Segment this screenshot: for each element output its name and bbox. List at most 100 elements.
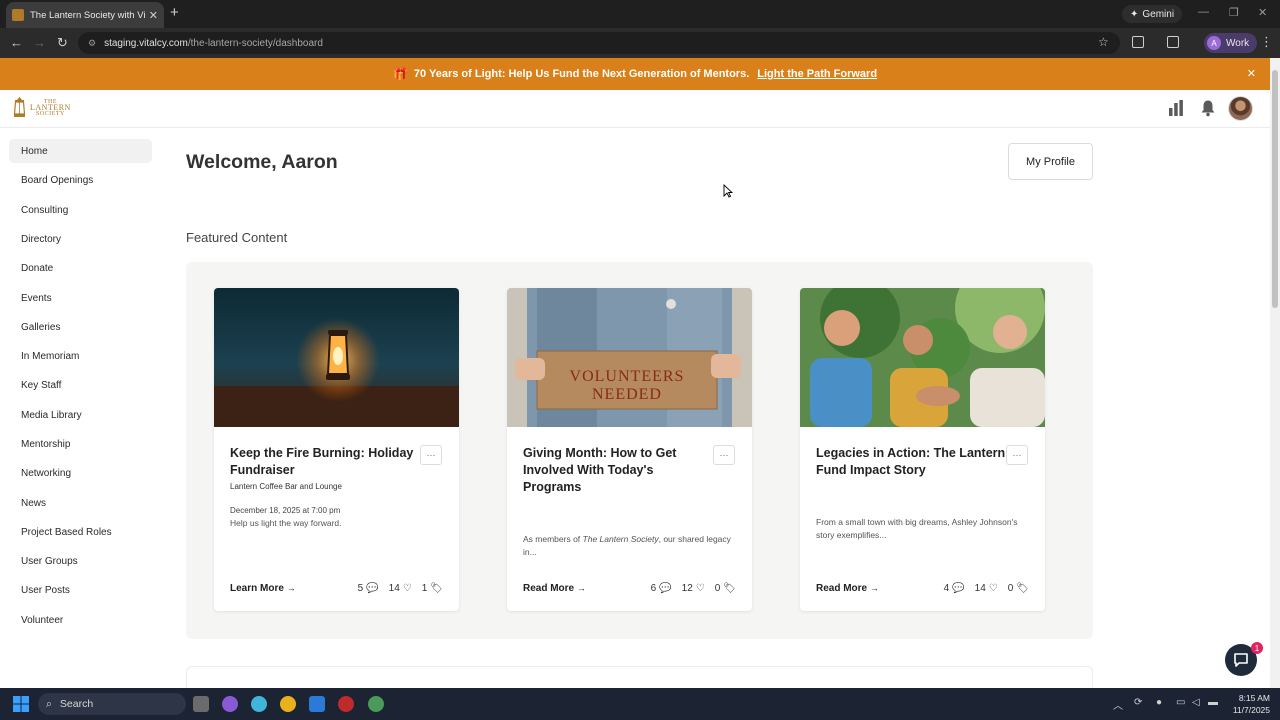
windows-start-icon[interactable] xyxy=(13,696,29,712)
extensions-icon[interactable] xyxy=(1132,36,1144,48)
taskbar-search[interactable]: ⌕ Search xyxy=(38,693,186,715)
tag-count[interactable]: 0 🏷 xyxy=(1008,583,1029,594)
chat-notification-badge: 1 xyxy=(1251,642,1263,654)
sidebar-item-galleries[interactable]: Galleries xyxy=(9,315,152,339)
heart-icon: ♡ xyxy=(988,583,998,594)
sidebar-item-networking[interactable]: Networking xyxy=(9,461,152,485)
sidebar-item-donate[interactable]: Donate xyxy=(9,256,152,280)
read-more-link[interactable]: Read More → xyxy=(816,583,879,594)
volume-icon[interactable]: ◁ xyxy=(1192,697,1200,708)
lantern-logo-icon xyxy=(13,97,26,117)
browser-tab[interactable]: The Lantern Society with Vitalcy ✕ xyxy=(6,2,164,28)
chat-bubble-icon xyxy=(1234,653,1248,667)
address-bar[interactable]: ⚙ staging.vitalcy.com/the-lantern-societ… xyxy=(78,32,1120,54)
site-logo[interactable]: THE LANTERN SOCIETY xyxy=(12,96,71,120)
back-arrow-icon[interactable]: ← xyxy=(10,34,23,52)
sidebar-item-home[interactable]: Home xyxy=(9,139,152,163)
featured-card-giving-month[interactable]: VOLUNTEERS NEEDED Giving Month: How to G… xyxy=(507,288,752,611)
user-avatar[interactable] xyxy=(1228,96,1253,121)
close-window-icon[interactable]: ✕ xyxy=(1258,6,1267,19)
card-title[interactable]: Legacies in Action: The Lantern Fund Imp… xyxy=(816,445,1006,479)
promo-text: 70 Years of Light: Help Us Fund the Next… xyxy=(413,68,750,80)
copilot-icon[interactable] xyxy=(222,696,238,712)
sidebar-item-directory[interactable]: Directory xyxy=(9,227,152,251)
sidebar-item-media-library[interactable]: Media Library xyxy=(9,403,152,427)
analytics-chart-icon[interactable] xyxy=(1168,99,1184,117)
sidebar-item-board-openings[interactable]: Board Openings xyxy=(9,168,152,192)
comment-count[interactable]: 5 💬 xyxy=(358,583,379,594)
forward-arrow-icon[interactable]: → xyxy=(33,34,46,52)
my-profile-button[interactable]: My Profile xyxy=(1008,143,1093,180)
battery-icon[interactable]: ▬ xyxy=(1208,697,1218,708)
sidebar-item-consulting[interactable]: Consulting xyxy=(9,198,152,222)
card-stats: 4 💬 14 ♡ 0 🏷 xyxy=(944,583,1029,594)
browser-menu-icon[interactable]: ⋮ xyxy=(1260,34,1273,50)
comment-count[interactable]: 6 💬 xyxy=(651,583,672,594)
windows-taskbar: ⌕ Search ︿ ⟳ ● ▭ ◁ ▬ 8:15 AM 11/7/2025 xyxy=(0,688,1280,720)
network-icon[interactable]: ▭ xyxy=(1176,697,1185,708)
gemini-button[interactable]: ✦ Gemini xyxy=(1122,5,1183,23)
tab-search-icon[interactable] xyxy=(1167,36,1179,48)
close-banner-icon[interactable]: ✕ xyxy=(1247,67,1256,80)
promo-link[interactable]: Light the Path Forward xyxy=(757,68,877,80)
action-label: Read More xyxy=(816,583,868,594)
tag-count-value: 0 xyxy=(1007,583,1014,594)
card-more-options-button[interactable]: ··· xyxy=(713,445,735,465)
sidebar-item-in-memoriam[interactable]: In Memoriam xyxy=(9,344,152,368)
microphone-icon[interactable]: ● xyxy=(1156,697,1162,708)
page-scrollbar-thumb[interactable] xyxy=(1272,70,1278,308)
card-more-options-button[interactable]: ··· xyxy=(420,445,442,465)
sidebar-nav: Home Board Openings Consulting Directory… xyxy=(0,128,170,688)
search-icon: ⌕ xyxy=(46,697,52,710)
sidebar-item-user-posts[interactable]: User Posts xyxy=(9,578,152,602)
arrow-right-icon: → xyxy=(286,583,296,593)
like-count[interactable]: 12 ♡ xyxy=(682,583,705,594)
sidebar-item-user-groups[interactable]: User Groups xyxy=(9,549,152,573)
card-title[interactable]: Giving Month: How to Get Involved With T… xyxy=(523,445,713,496)
sidebar-item-key-staff[interactable]: Key Staff xyxy=(9,373,152,397)
promo-banner: 🎁 70 Years of Light: Help Us Fund the Ne… xyxy=(0,58,1270,90)
read-more-link[interactable]: Read More → xyxy=(523,583,586,594)
close-tab-icon[interactable]: ✕ xyxy=(149,9,158,22)
sidebar-item-mentorship[interactable]: Mentorship xyxy=(9,432,152,456)
action-label: Learn More xyxy=(230,583,284,594)
learn-more-link[interactable]: Learn More → xyxy=(230,583,296,594)
task-view-icon[interactable] xyxy=(193,696,209,712)
browser-profile-button[interactable]: A Work xyxy=(1204,33,1258,53)
desc-pre: As members of xyxy=(523,534,583,544)
minimize-window-icon[interactable]: — xyxy=(1198,6,1209,18)
comment-count[interactable]: 4 💬 xyxy=(944,583,965,594)
sidebar-item-news[interactable]: News xyxy=(9,491,152,515)
site-info-icon[interactable]: ⚙ xyxy=(88,38,96,49)
recorder-icon[interactable] xyxy=(338,696,354,712)
profile-avatar: A xyxy=(1207,36,1221,50)
tag-count-value: 1 xyxy=(421,583,428,594)
card-title[interactable]: Keep the Fire Burning: Holiday Fundraise… xyxy=(230,445,420,479)
like-count[interactable]: 14 ♡ xyxy=(389,583,412,594)
chrome-profile-icon[interactable] xyxy=(368,696,384,712)
taskbar-clock[interactable]: 8:15 AM 11/7/2025 xyxy=(1226,692,1270,716)
card-more-options-button[interactable]: ··· xyxy=(1006,445,1028,465)
sidebar-item-project-based-roles[interactable]: Project Based Roles xyxy=(9,520,152,544)
sidebar-item-volunteer[interactable]: Volunteer xyxy=(9,608,152,632)
featured-card-legacies[interactable]: Legacies in Action: The Lantern Fund Imp… xyxy=(800,288,1045,611)
like-count-value: 14 xyxy=(974,583,986,594)
vscode-icon[interactable] xyxy=(309,696,325,712)
like-count-value: 12 xyxy=(681,583,693,594)
maximize-window-icon[interactable]: ❐ xyxy=(1229,6,1239,19)
like-count[interactable]: 14 ♡ xyxy=(975,583,998,594)
tag-count[interactable]: 0 🏷 xyxy=(715,583,736,594)
comment-count-value: 5 xyxy=(357,583,364,594)
new-tab-button[interactable]: + xyxy=(170,5,179,21)
chrome-icon[interactable] xyxy=(280,696,296,712)
reload-icon[interactable]: ↻ xyxy=(57,34,68,52)
sync-icon[interactable]: ⟳ xyxy=(1134,697,1142,708)
sidebar-item-events[interactable]: Events xyxy=(9,286,152,310)
notification-bell-icon[interactable] xyxy=(1200,99,1216,117)
app-icon[interactable] xyxy=(251,696,267,712)
tag-count[interactable]: 1 🏷 xyxy=(422,583,443,594)
featured-card-fundraiser[interactable]: Keep the Fire Burning: Holiday Fundraise… xyxy=(214,288,459,611)
arrow-right-icon: → xyxy=(576,583,586,593)
tray-overflow-icon[interactable]: ︿ xyxy=(1113,697,1123,712)
bookmark-star-icon[interactable]: ☆ xyxy=(1098,35,1109,49)
